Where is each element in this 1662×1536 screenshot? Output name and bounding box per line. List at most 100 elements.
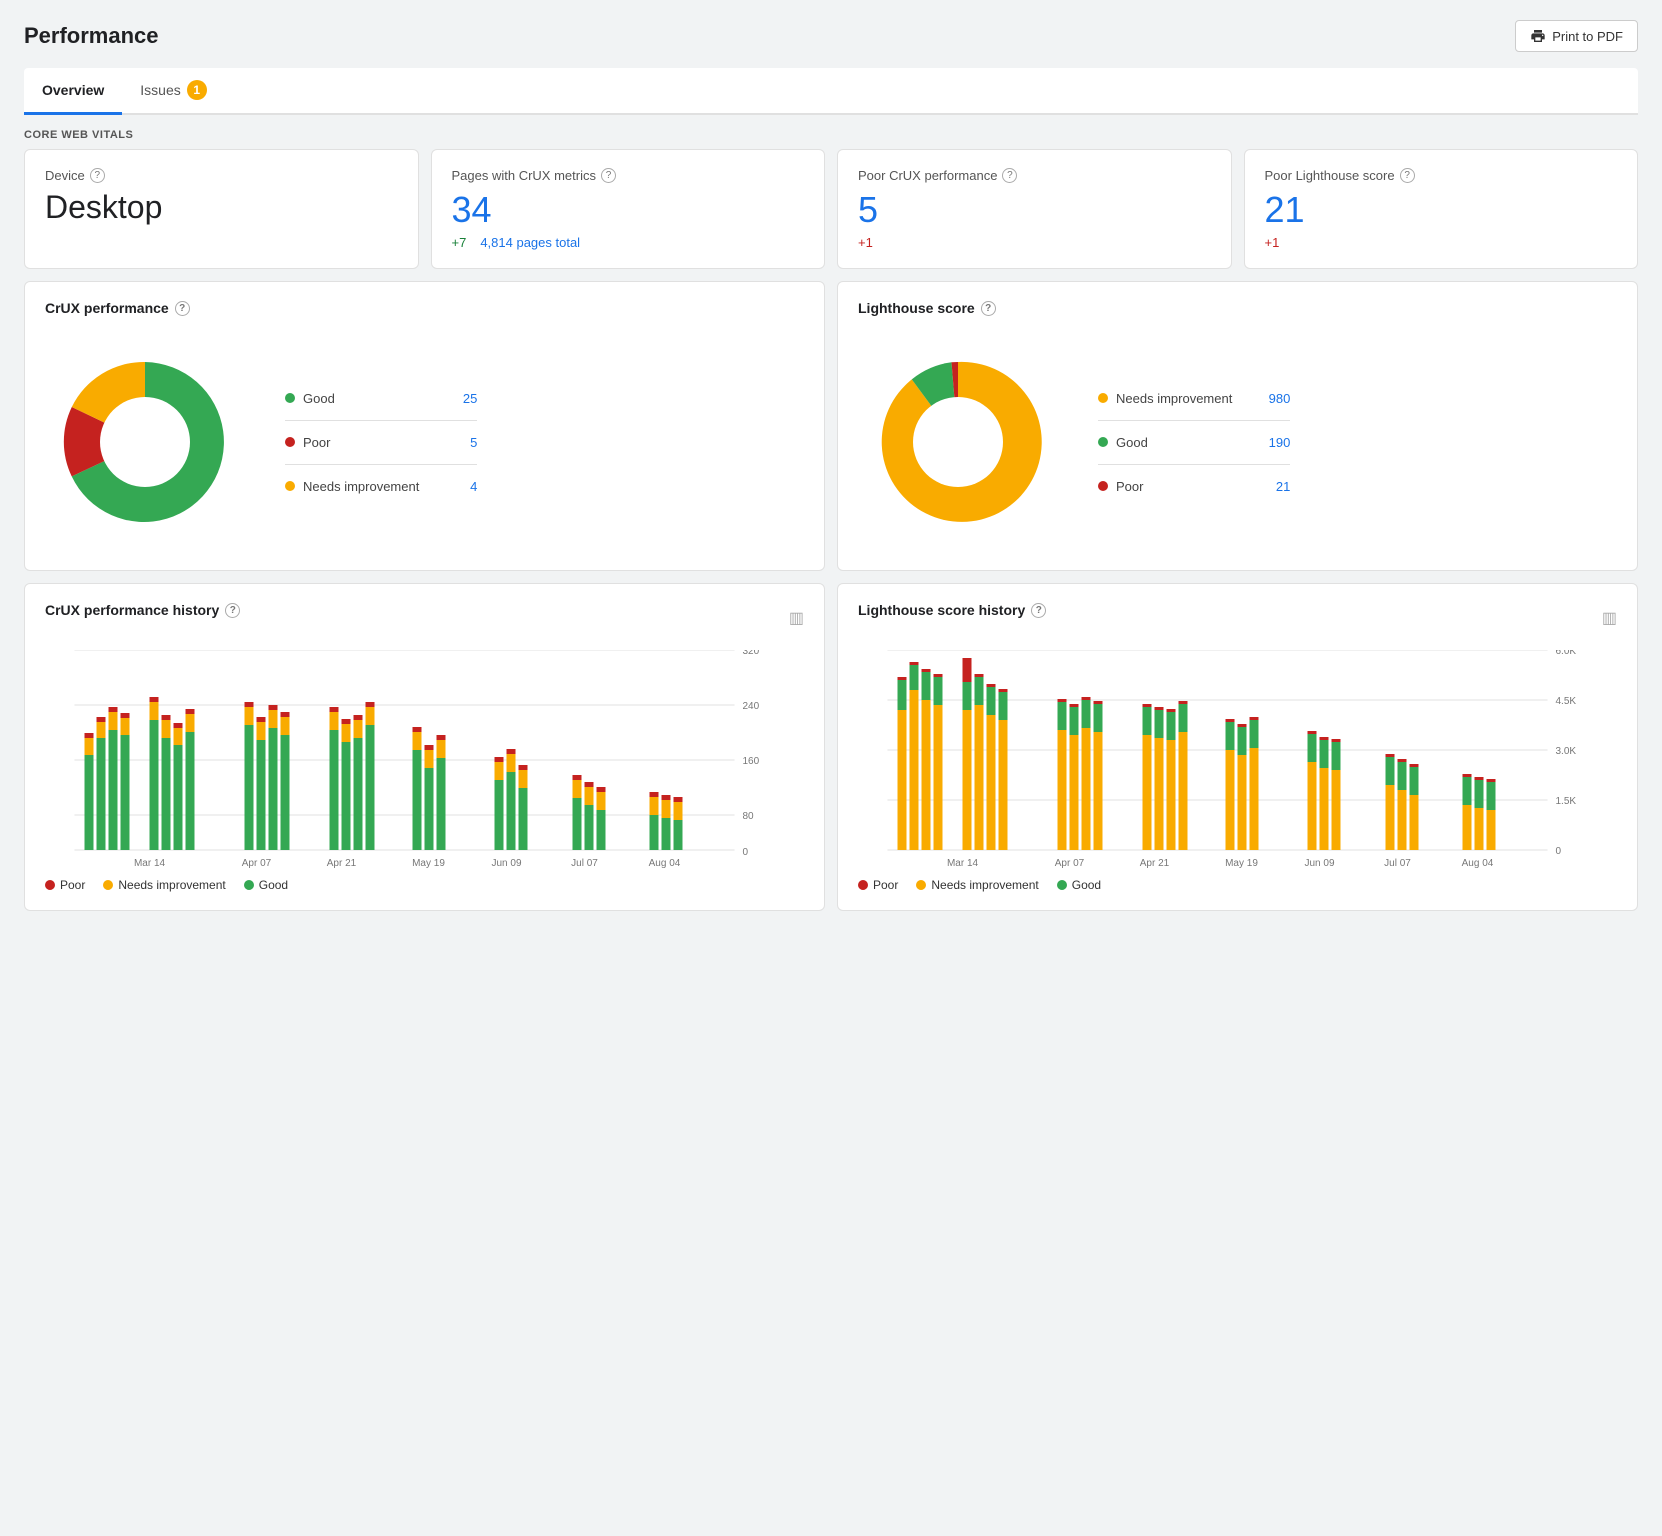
svg-text:Apr 07: Apr 07 (1055, 858, 1085, 869)
crux-needs-label: Needs improvement (118, 878, 225, 892)
crux-donut-title: CrUX performance ? (45, 300, 804, 316)
needs-dot (285, 481, 295, 491)
lh-poor-label: Poor (1116, 479, 1232, 494)
svg-text:Aug 04: Aug 04 (1462, 858, 1494, 869)
svg-text:Apr 21: Apr 21 (1140, 858, 1170, 869)
svg-text:Jul 07: Jul 07 (1384, 858, 1411, 869)
legend-sep-2 (285, 464, 477, 465)
poor-lighthouse-label: Poor Lighthouse score ? (1265, 168, 1618, 183)
crux-legend: Good 25 Poor 5 Needs improvement 4 (285, 391, 477, 494)
device-help-icon[interactable]: ? (90, 168, 105, 183)
stat-cards: Device ? Desktop Pages with CrUX metrics… (24, 149, 1638, 269)
crux-history-help-icon[interactable]: ? (225, 603, 240, 618)
lh-needs-label: Needs improvement (1116, 391, 1232, 406)
lighthouse-legend: Needs improvement 980 Good 190 Poor 21 (1098, 391, 1290, 494)
crux-history-title: CrUX performance history ? (45, 602, 240, 618)
crux-history-expand-icon[interactable]: ▥ (789, 608, 804, 628)
crux-pages-label: Pages with CrUX metrics ? (452, 168, 805, 183)
poor-lighthouse-help-icon[interactable]: ? (1400, 168, 1415, 183)
print-label: Print to PDF (1552, 29, 1623, 44)
tab-overview[interactable]: Overview (24, 68, 122, 115)
svg-text:240: 240 (743, 701, 760, 712)
lh-legend-item-good: Good 190 (1098, 435, 1290, 450)
poor-crux-help-icon[interactable]: ? (1002, 168, 1017, 183)
lighthouse-history-help-icon[interactable]: ? (1031, 603, 1046, 618)
legend-sep-1 (285, 420, 477, 421)
crux-donut-svg (45, 342, 245, 542)
crux-pages-total: 4,814 pages total (480, 235, 580, 250)
legend-item-poor: Poor 5 (285, 435, 477, 450)
good-value: 25 (447, 391, 477, 406)
svg-text:Jun 09: Jun 09 (491, 858, 521, 869)
crux-donut-help-icon[interactable]: ? (175, 301, 190, 316)
device-card: Device ? Desktop (24, 149, 419, 269)
legend-item-needs: Needs improvement 4 (285, 479, 477, 494)
print-icon (1530, 28, 1546, 44)
svg-text:4.5K: 4.5K (1556, 696, 1577, 707)
print-button[interactable]: Print to PDF (1515, 20, 1638, 52)
page-title: Performance (24, 23, 159, 49)
lh-legend-sep-1 (1098, 420, 1290, 421)
svg-text:0: 0 (743, 847, 749, 858)
poor-label: Poor (303, 435, 419, 450)
svg-text:3.0K: 3.0K (1556, 746, 1577, 757)
lighthouse-donut-card: Lighthouse score ? (837, 281, 1638, 571)
lighthouse-history-expand-icon[interactable]: ▥ (1602, 608, 1617, 628)
poor-lighthouse-sub: +1 (1265, 235, 1618, 250)
crux-poor-label: Poor (60, 878, 85, 892)
crux-history-header: CrUX performance history ? ▥ (45, 602, 804, 634)
device-value: Desktop (45, 189, 398, 226)
crux-pages-value: 34 (452, 189, 805, 231)
crux-history-legend: Poor Needs improvement Good (45, 878, 804, 892)
crux-pages-card: Pages with CrUX metrics ? 34 +7 4,814 pa… (431, 149, 826, 269)
lh-needs-legend-label: Needs improvement (931, 878, 1038, 892)
crux-good-dot (244, 880, 254, 890)
crux-good-label: Good (259, 878, 288, 892)
poor-dot (285, 437, 295, 447)
crux-legend-needs: Needs improvement (103, 878, 225, 892)
lh-needs-value: 980 (1260, 391, 1290, 406)
lighthouse-history-legend: Poor Needs improvement Good (858, 878, 1617, 892)
section-label: CORE WEB VITALS (24, 115, 1638, 149)
lighthouse-history-chart: 6.0K 4.5K 3.0K 1.5K 0 (858, 650, 1617, 870)
lighthouse-donut-title: Lighthouse score ? (858, 300, 1617, 316)
lighthouse-donut-container: Needs improvement 980 Good 190 Poor 21 (858, 332, 1617, 552)
crux-history-card: CrUX performance history ? ▥ 320 240 (24, 583, 825, 911)
lh-poor-dot (1098, 481, 1108, 491)
lighthouse-history-title: Lighthouse score history ? (858, 602, 1046, 618)
svg-text:Aug 04: Aug 04 (649, 858, 681, 869)
lh-poor-value: 21 (1260, 479, 1290, 494)
lighthouse-donut-help-icon[interactable]: ? (981, 301, 996, 316)
donut-charts-row: CrUX performance ? (24, 281, 1638, 571)
crux-legend-poor: Poor (45, 878, 85, 892)
lh-good-label: Good (1116, 435, 1232, 450)
crux-needs-dot (103, 880, 113, 890)
crux-pages-help-icon[interactable]: ? (601, 168, 616, 183)
svg-text:Jul 07: Jul 07 (571, 858, 598, 869)
poor-lighthouse-card: Poor Lighthouse score ? 21 +1 (1244, 149, 1639, 269)
svg-text:Mar 14: Mar 14 (134, 858, 166, 869)
needs-label: Needs improvement (303, 479, 419, 494)
lh-poor-legend-label: Poor (873, 878, 898, 892)
poor-crux-value: 5 (858, 189, 1211, 231)
svg-text:May 19: May 19 (412, 858, 445, 869)
history-charts-row: CrUX performance history ? ▥ 320 240 (24, 583, 1638, 911)
svg-text:1.5K: 1.5K (1556, 796, 1577, 807)
lh-needs-legend-dot (916, 880, 926, 890)
crux-donut-card: CrUX performance ? (24, 281, 825, 571)
poor-lighthouse-delta: +1 (1265, 235, 1280, 250)
good-label: Good (303, 391, 419, 406)
lighthouse-history-card: Lighthouse score history ? ▥ 6.0K 4.5K (837, 583, 1638, 911)
lh-needs-dot (1098, 393, 1108, 403)
lighthouse-donut-svg (858, 342, 1058, 542)
device-label: Device ? (45, 168, 398, 183)
lh-legend-good: Good (1057, 878, 1101, 892)
svg-text:6.0K: 6.0K (1556, 650, 1577, 657)
crux-pages-delta: +7 (452, 235, 467, 250)
lighthouse-history-svg: 6.0K 4.5K 3.0K 1.5K 0 (858, 650, 1617, 870)
svg-text:320: 320 (743, 650, 760, 657)
tab-issues[interactable]: Issues 1 (122, 68, 224, 115)
svg-text:May 19: May 19 (1225, 858, 1258, 869)
issues-badge: 1 (187, 80, 207, 100)
crux-history-svg: 320 240 160 80 0 (45, 650, 804, 870)
